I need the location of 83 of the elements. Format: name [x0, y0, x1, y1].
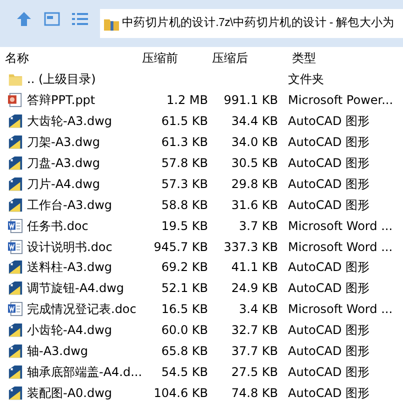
file-type-cell-text: AutoCAD 图形	[287, 364, 370, 381]
size-after-cell-text: 29.8 KB	[230, 176, 278, 193]
size-after-cell-text: 30.5 KB	[230, 155, 278, 172]
file-name[interactable]: 答辩PPT.ppt	[27, 91, 96, 110]
size-before-cell-text: 945.7 KB	[152, 238, 208, 256]
size-after-cell-text: 27.5 KB	[230, 364, 278, 381]
file-name[interactable]: 轴承底部端盖-A4.d...	[27, 362, 142, 381]
size-after-cell-text: 3.4 KB	[238, 301, 278, 318]
size-after-cell-text: 24.9 KB	[230, 280, 278, 298]
column-header[interactable]: 压缩后	[212, 49, 282, 67]
size-before-cell-text: 16.5 KB	[160, 301, 208, 318]
size-before-cell-text: 58.8 KB	[160, 196, 208, 214]
drawing-file-icon	[8, 343, 23, 360]
size-after-cell-text: 3.7 KB	[238, 218, 278, 235]
size-before-cell-text: 61.3 KB	[160, 134, 208, 152]
drawing-file-icon	[8, 113, 23, 130]
column-header[interactable]: 名称	[0, 49, 142, 67]
file-name[interactable]: 调节旋钮-A4.dwg	[27, 279, 124, 298]
file-type-cell-text: Microsoft Word ...	[287, 301, 393, 318]
size-after-cell-text: 991.1 KB	[222, 92, 278, 110]
file-name[interactable]: 小齿轮-A4.dwg	[27, 321, 112, 340]
size-after-cell-text: 34.0 KB	[230, 134, 278, 152]
size-after-cell-text: 337.3 KB	[222, 238, 278, 256]
file-name[interactable]: 轴-A3.dwg	[27, 342, 88, 360]
file-type-cell-text: Microsoft Word ...	[287, 218, 393, 235]
file-type-cell-text: AutoCAD 图形	[287, 322, 370, 340]
file-name[interactable]: 大齿轮-A3.dwg	[27, 112, 112, 130]
file-type-cell-text: AutoCAD 图形	[287, 259, 370, 276]
column-header[interactable]: 压缩前	[142, 49, 212, 67]
file-type-cell-text: Microsoft Power...	[287, 92, 394, 110]
drawing-file-icon	[8, 322, 23, 338]
drawing-file-icon	[8, 155, 23, 171]
document-file-icon	[8, 301, 23, 318]
size-before-cell-text: 65.8 KB	[160, 343, 208, 360]
file-type-cell-text: Microsoft Word ...	[287, 238, 393, 256]
file-name[interactable]: .. (上级目录)	[27, 70, 96, 88]
document-file-icon	[8, 218, 23, 234]
size-after-cell-text: 31.6 KB	[230, 196, 278, 214]
file-name[interactable]: 装配图-A0.dwg	[27, 384, 112, 402]
drawing-file-icon	[8, 384, 23, 401]
file-type-cell-text: AutoCAD 图形	[287, 343, 370, 360]
file-name[interactable]: 任务书.doc	[27, 216, 88, 235]
drawing-file-icon	[8, 176, 23, 192]
size-before-cell-text: 57.8 KB	[160, 155, 208, 172]
size-after-cell-text: 74.8 KB	[230, 384, 278, 402]
drawing-file-icon	[8, 259, 23, 276]
file-type-cell-text: AutoCAD 图形	[287, 384, 370, 402]
address-path: 中药切片机的设计.7z\中药切片机的设计 - 解包大小为	[122, 16, 394, 31]
size-after-cell-text: 32.7 KB	[230, 322, 278, 340]
address-bar[interactable]: 中药切片机的设计.7z\中药切片机的设计 - 解包大小为	[100, 9, 403, 38]
size-before-cell-text: 52.1 KB	[160, 280, 208, 298]
size-before-cell-text: 57.3 KB	[160, 176, 208, 193]
size-before-cell-text: 60.0 KB	[160, 322, 208, 340]
size-after-cell-text: 41.1 KB	[230, 259, 278, 276]
file-name[interactable]: 送料柱-A3.dwg	[27, 258, 112, 276]
size-before-cell-text: 69.2 KB	[160, 259, 208, 276]
presentation-file-icon	[8, 92, 23, 108]
size-before-cell-text: 19.5 KB	[160, 218, 208, 235]
file-name[interactable]: 完成情况登记表.doc	[27, 300, 136, 318]
size-before-cell-text: 54.5 KB	[160, 364, 208, 381]
drawing-file-icon	[8, 280, 23, 296]
file-type-cell-text: AutoCAD 图形	[287, 280, 370, 298]
file-type-cell-text: 文件夹	[287, 71, 324, 88]
document-file-icon	[8, 238, 23, 255]
drawing-file-icon	[8, 134, 23, 150]
file-name[interactable]: 工作台-A3.dwg	[27, 196, 112, 214]
size-before-cell-text: 1.2 MB	[166, 92, 208, 110]
file-type-cell-text: AutoCAD 图形	[287, 113, 370, 130]
file-type-cell-text: AutoCAD 图形	[287, 155, 370, 172]
file-name[interactable]: 设计说明书.doc	[27, 238, 112, 256]
size-after-cell-text: 37.7 KB	[230, 343, 278, 360]
column-header[interactable]: 类型	[282, 49, 316, 67]
size-after-cell-text: 34.4 KB	[230, 113, 278, 130]
drawing-file-icon	[8, 364, 23, 380]
file-name[interactable]: 刀片-A4.dwg	[27, 174, 100, 193]
file-type-cell-text: AutoCAD 图形	[287, 196, 370, 214]
file-type-cell-text: AutoCAD 图形	[287, 176, 370, 193]
drawing-file-icon	[8, 196, 23, 213]
file-type-cell-text: AutoCAD 图形	[287, 134, 370, 152]
size-before-cell-text: 61.5 KB	[160, 113, 208, 130]
file-name[interactable]: 刀盘-A3.dwg	[27, 154, 100, 172]
file-name[interactable]: 刀架-A3.dwg	[27, 133, 100, 152]
size-before-cell-text: 104.6 KB	[152, 384, 208, 402]
